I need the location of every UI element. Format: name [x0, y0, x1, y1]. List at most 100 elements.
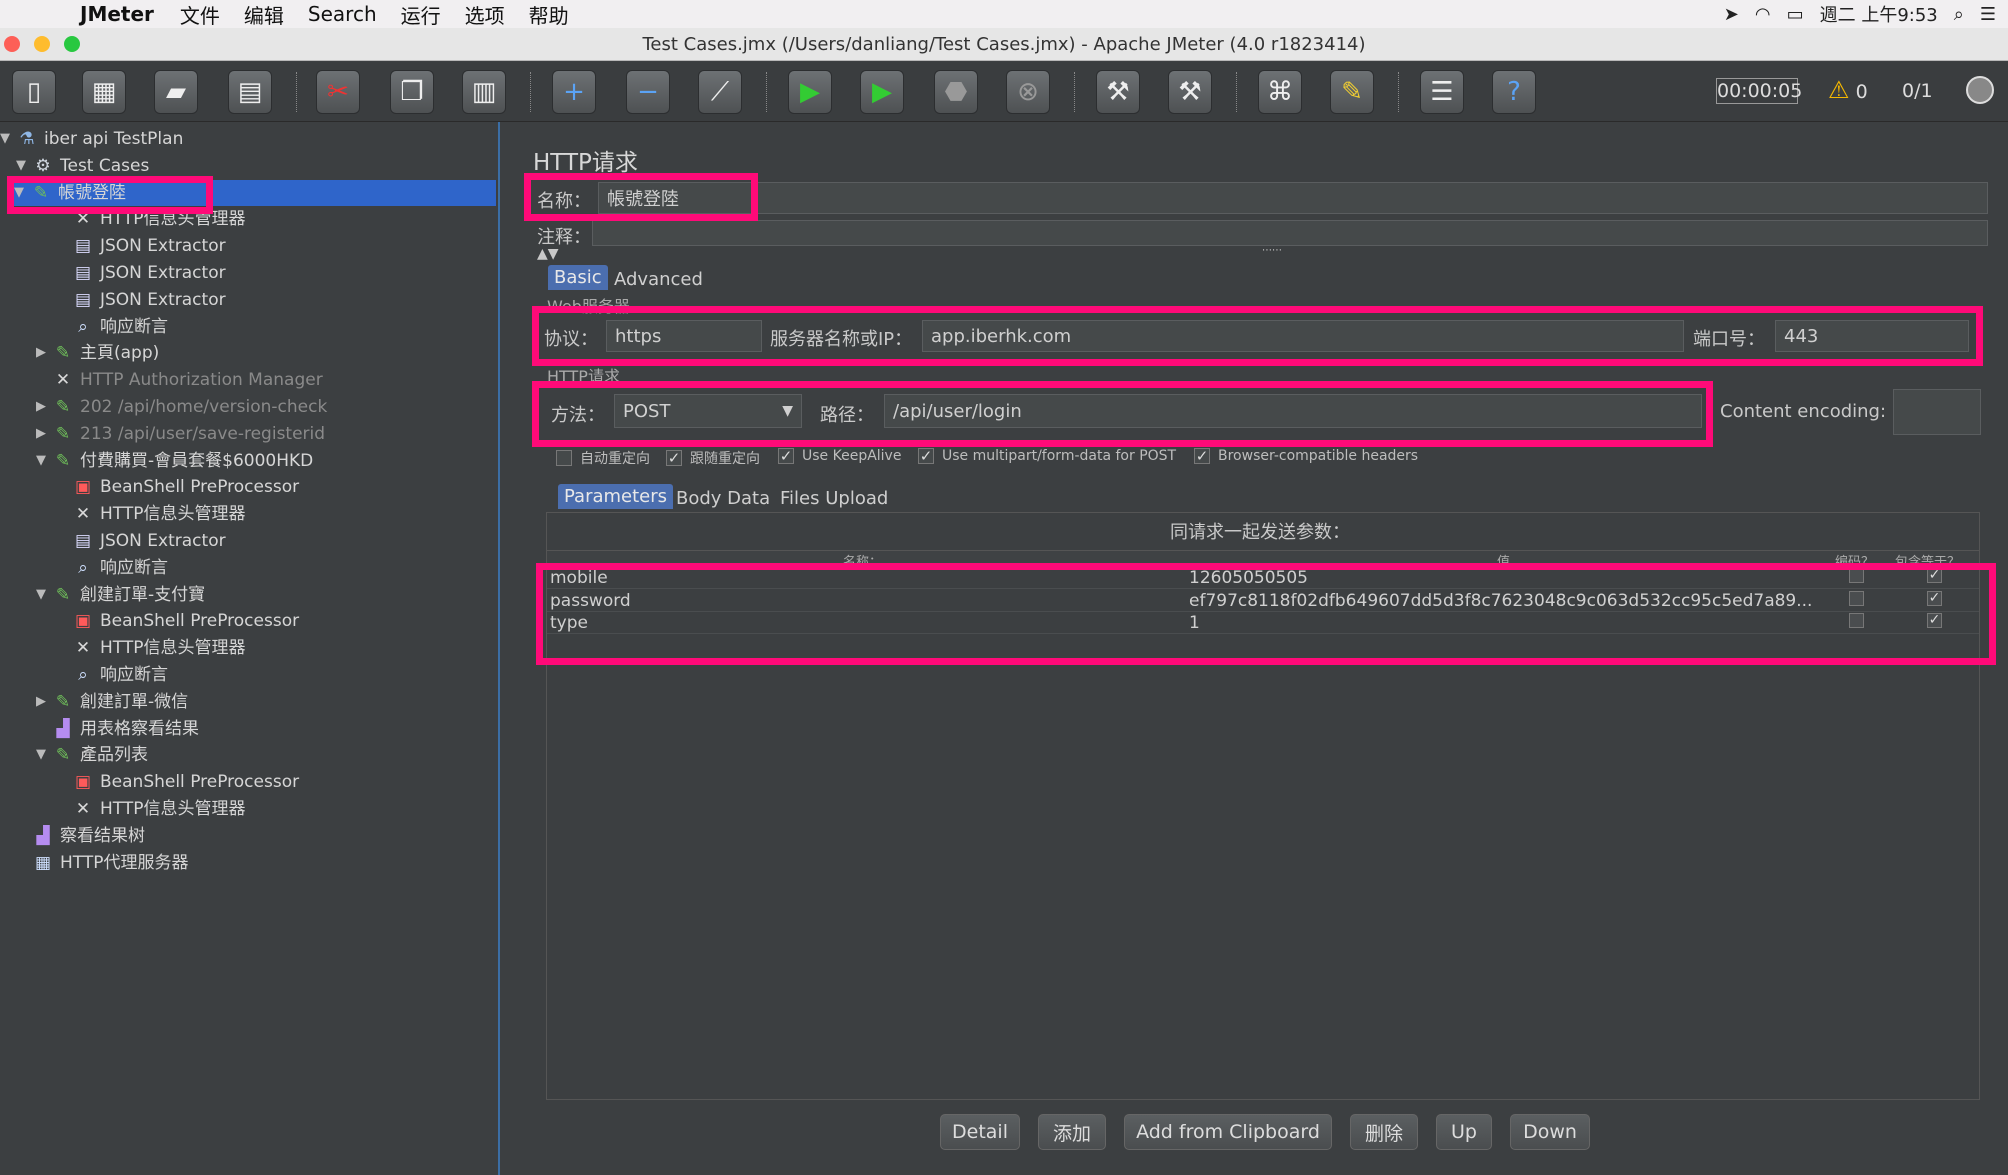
tree-item[interactable]: ▣ BeanShell PreProcessor	[56, 474, 299, 500]
open-folder-icon[interactable]: ▰	[154, 70, 198, 114]
delete-button[interactable]: 删除	[1350, 1114, 1418, 1150]
stop-icon[interactable]: ⬣	[934, 70, 978, 114]
tree-item[interactable]: ✕ HTTP信息头管理器	[56, 635, 246, 661]
option-checkbox[interactable]: ✓ 跟随重定向	[666, 448, 760, 468]
port-field[interactable]: 443	[1775, 320, 1969, 352]
checkmark-icon[interactable]: ✓	[778, 447, 794, 465]
close-window-icon[interactable]	[4, 36, 20, 52]
shutdown-icon[interactable]: ⊗	[1006, 70, 1050, 114]
send-icon[interactable]: ➤	[1724, 4, 1739, 25]
param-value[interactable]: ef797c8118f02dfb649607dd5d3f8c7623048c9c…	[1189, 591, 1812, 611]
tree-item[interactable]: ▤ JSON Extractor	[56, 287, 226, 313]
tab-parameters[interactable]: Parameters	[558, 484, 674, 509]
add-from-clipboard-button[interactable]: Add from Clipboard	[1124, 1114, 1332, 1150]
tree-item[interactable]: ▼ ✎ 付費購買-會員套餐$6000HKD	[36, 448, 313, 474]
encode-checkbox[interactable]	[1849, 568, 1864, 583]
tree-item[interactable]: ▣ BeanShell PreProcessor	[56, 769, 299, 795]
tree-item[interactable]: ⌕ 响应断言	[56, 314, 168, 340]
param-name[interactable]: password	[550, 591, 631, 611]
battery-icon[interactable]: ▭	[1787, 4, 1804, 25]
tree-item[interactable]: ✕ HTTP信息头管理器	[56, 206, 246, 232]
menubar-clock[interactable]: 週二 上午9:53	[1820, 1, 1938, 27]
split-pane-divider[interactable]	[502, 122, 514, 1175]
tree-item[interactable]: ✕ HTTP信息头管理器	[56, 501, 246, 527]
tree-item[interactable]: ▟ 用表格察看结果	[36, 716, 199, 742]
tree-item[interactable]: ▼ ✎ 產品列表	[36, 742, 148, 768]
tree-item[interactable]: ✕ HTTP Authorization Manager	[36, 367, 323, 393]
zoom-window-icon[interactable]	[64, 36, 80, 52]
save-icon[interactable]: ▤	[228, 70, 272, 114]
add-button[interactable]: 添加	[1038, 1114, 1106, 1150]
method-select[interactable]: POST ▼	[614, 394, 802, 428]
clear-all-icon[interactable]: ⚒	[1168, 70, 1212, 114]
tab-advanced[interactable]: Advanced	[608, 267, 709, 292]
tree-item[interactable]: ▤ JSON Extractor	[56, 528, 226, 554]
menu-help[interactable]: 帮助	[529, 0, 569, 29]
down-button[interactable]: Down	[1510, 1114, 1590, 1150]
help-icon[interactable]: ?	[1492, 70, 1536, 114]
remote-globe-icon[interactable]	[1966, 76, 1994, 104]
paste-icon[interactable]: ▥	[462, 70, 506, 114]
wifi-icon[interactable]: ◠	[1755, 4, 1771, 25]
option-checkbox[interactable]: ✓ Use KeepAlive	[778, 447, 901, 465]
option-checkbox[interactable]: ✓ Browser-compatible headers	[1194, 447, 1418, 465]
name-field[interactable]: 帳號登陸	[598, 182, 1988, 214]
resize-grip-icon[interactable]: ⋯⋯	[1262, 245, 1282, 256]
tab-files-upload[interactable]: Files Upload	[774, 486, 894, 511]
spotlight-search-icon[interactable]: ⌕	[1954, 4, 1964, 25]
tree-item[interactable]: ▶ ✎ 創建訂單-微信	[36, 689, 188, 715]
function-helper-icon[interactable]: ☰	[1420, 70, 1464, 114]
collapsed-arrow-icon[interactable]: ▶	[36, 689, 52, 715]
tree-item[interactable]: ▦ HTTP代理服务器	[16, 850, 189, 876]
tree-item[interactable]: ✕ HTTP信息头管理器	[56, 796, 246, 822]
include-equals-checkbox[interactable]: ✓	[1927, 613, 1942, 628]
collapsed-arrow-icon[interactable]: ▶	[36, 340, 52, 366]
tree-item[interactable]: ▶ ✎ 202 /api/home/version-check	[36, 394, 327, 420]
expanded-arrow-icon[interactable]: ▼	[16, 153, 32, 179]
table-row[interactable]: mobile 12605050505 ✓	[547, 567, 1979, 589]
path-field[interactable]: /api/user/login	[884, 394, 1702, 428]
notification-center-icon[interactable]: ☰	[1980, 4, 1996, 25]
param-name[interactable]: mobile	[550, 568, 608, 588]
app-menu[interactable]: JMeter	[80, 2, 154, 26]
tree-item[interactable]: ▤ JSON Extractor	[56, 260, 226, 286]
tree-item[interactable]: ⌕ 响应断言	[56, 662, 168, 688]
tree-item[interactable]: ▶ ✎ 主頁(app)	[36, 340, 159, 366]
expanded-arrow-icon[interactable]: ▼	[14, 180, 30, 206]
collapsed-arrow-icon[interactable]: ▶	[36, 394, 52, 420]
start-icon[interactable]: ▶	[788, 70, 832, 114]
tab-body-data[interactable]: Body Data	[670, 486, 776, 511]
cut-icon[interactable]: ✂	[316, 70, 360, 114]
checkmark-icon[interactable]: ✓	[918, 447, 934, 465]
expanded-arrow-icon[interactable]: ▼	[36, 742, 52, 768]
up-button[interactable]: Up	[1436, 1114, 1492, 1150]
checkmark-icon[interactable]: ✓	[666, 449, 682, 467]
include-equals-checkbox[interactable]: ✓	[1927, 590, 1942, 606]
tree-item[interactable]: ▶ ✎ 213 /api/user/save-registerid	[36, 421, 325, 447]
copy-icon[interactable]: ❐	[390, 70, 434, 114]
expanded-arrow-icon[interactable]: ▼	[36, 448, 52, 474]
toggle-icon[interactable]: ⟋	[698, 70, 742, 114]
collapse-arrows-icon[interactable]: ▲▼	[537, 246, 559, 262]
expand-all-icon[interactable]: +	[552, 70, 596, 114]
expanded-arrow-icon[interactable]: ▼	[0, 126, 16, 152]
tree-item[interactable]: ▤ JSON Extractor	[56, 233, 226, 259]
table-row[interactable]: password ef797c8118f02dfb649607dd5d3f8c76…	[547, 590, 1979, 612]
tree-item[interactable]: ▟ 察看结果树	[16, 823, 145, 849]
parameters-table[interactable]: 名称： 值 编码？ 包含等于？ mobile 12605050505 ✓ passwo…	[546, 550, 1980, 1100]
collapsed-arrow-icon[interactable]: ▶	[36, 421, 52, 447]
menu-file[interactable]: 文件	[180, 0, 220, 29]
protocol-field[interactable]: https	[606, 320, 762, 352]
start-no-pauses-icon[interactable]: ▶	[860, 70, 904, 114]
tab-basic[interactable]: Basic	[548, 265, 608, 290]
encode-checkbox[interactable]	[1849, 613, 1864, 628]
tree-item[interactable]: ▣ BeanShell PreProcessor	[56, 608, 299, 634]
templates-icon[interactable]: ▦	[82, 70, 126, 114]
param-value[interactable]: 1	[1189, 613, 1200, 633]
menu-run[interactable]: 运行	[401, 0, 441, 29]
content-encoding-field[interactable]	[1893, 389, 1981, 435]
warning-indicator[interactable]: ⚠ 0	[1828, 76, 1868, 104]
param-value[interactable]: 12605050505	[1189, 568, 1308, 588]
param-name[interactable]: type	[550, 613, 588, 633]
tree-item[interactable]: ▼ ✎ 帳號登陸	[14, 179, 496, 206]
